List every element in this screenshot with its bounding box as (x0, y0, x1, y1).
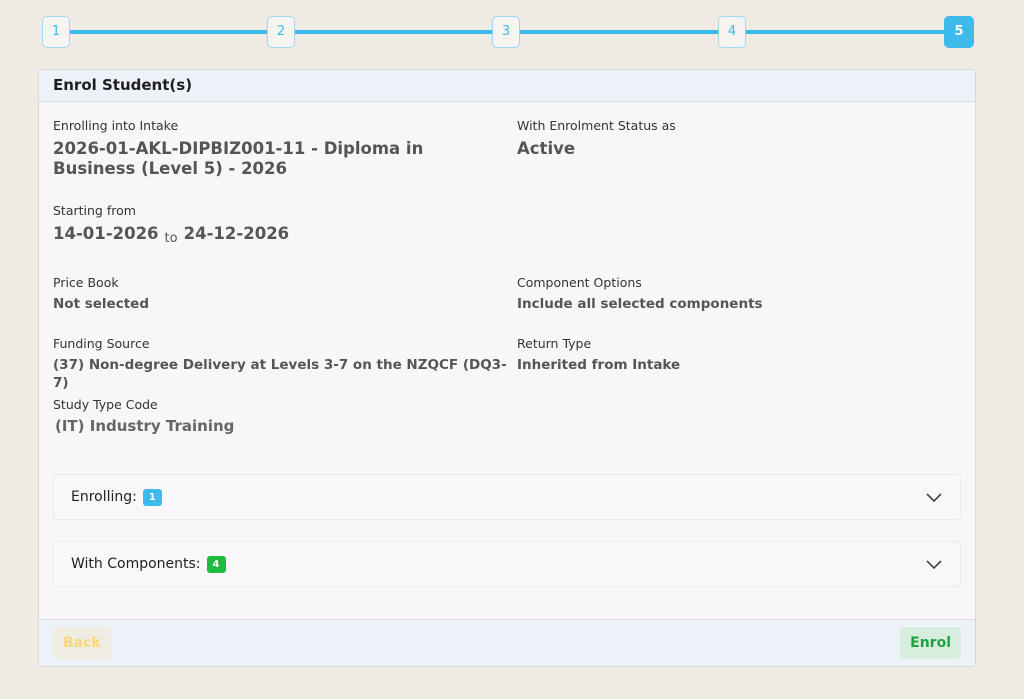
return-type-value: Inherited from Intake (517, 357, 681, 373)
funding-source-value: (37) Non-degree Delivery at Levels 3-7 o… (53, 357, 507, 391)
components-accordion-header: With Components: 4 (71, 556, 226, 573)
card-title: Enrol Student(s) (39, 70, 975, 102)
enrol-button[interactable]: Enrol (900, 627, 961, 659)
step-1[interactable]: 1 (42, 16, 70, 48)
components-count-badge: 4 (206, 556, 226, 573)
enrolling-count-badge: 1 (142, 489, 162, 506)
enrolling-accordion-header: Enrolling: 1 (71, 489, 162, 506)
status-field: With Enrolment Status as Active (517, 118, 957, 159)
component-options-value: Include all selected components (517, 296, 763, 312)
chevron-down-icon[interactable] (926, 558, 942, 570)
start-date: 14-01-2026 (53, 224, 159, 243)
status-label: With Enrolment Status as (517, 118, 676, 133)
return-type-field: Return Type Inherited from Intake (517, 336, 957, 374)
end-date: 24-12-2026 (183, 224, 290, 243)
date-range: 14-01-2026 to 24-12-2026 (53, 224, 493, 246)
step-4[interactable]: 4 (718, 16, 746, 48)
study-type-value: (IT) Industry Training (55, 417, 235, 435)
date-separator: to (164, 231, 178, 246)
price-book-value: Not selected (53, 296, 149, 312)
dates-label: Starting from (53, 203, 136, 218)
enrolling-accordion[interactable]: Enrolling: 1 (53, 474, 961, 520)
price-book-label: Price Book (53, 275, 119, 290)
intake-field: Enrolling into Intake 2026-01-AKL-DIPBIZ… (53, 118, 493, 179)
component-options-field: Component Options Include all selected c… (517, 275, 957, 313)
enrol-card: Enrol Student(s) Enrolling into Intake 2… (38, 69, 976, 667)
study-type-label: Study Type Code (53, 397, 158, 412)
card-footer: Back Enrol (39, 619, 975, 666)
step-3[interactable]: 3 (492, 16, 520, 48)
intake-label: Enrolling into Intake (53, 118, 179, 133)
enrolling-label: Enrolling: (71, 489, 137, 505)
funding-source-field: Funding Source (37) Non-degree Delivery … (53, 336, 513, 392)
funding-source-label: Funding Source (53, 336, 150, 351)
dates-field: Starting from 14-01-2026 to 24-12-2026 (53, 203, 493, 246)
components-label: With Components: (71, 556, 201, 572)
return-type-label: Return Type (517, 336, 592, 351)
study-type-field: Study Type Code (IT) Industry Training (53, 397, 493, 436)
step-5-active[interactable]: 5 (944, 16, 974, 48)
step-2[interactable]: 2 (267, 16, 295, 48)
chevron-down-icon[interactable] (926, 491, 942, 503)
component-options-label: Component Options (517, 275, 642, 290)
components-accordion[interactable]: With Components: 4 (53, 541, 961, 587)
wizard-stepper: 1 2 3 4 5 (42, 16, 974, 48)
back-button[interactable]: Back (53, 627, 111, 659)
status-value: Active (517, 139, 576, 158)
price-book-field: Price Book Not selected (53, 275, 493, 313)
intake-value: 2026-01-AKL-DIPBIZ001-11 - Diploma in Bu… (53, 139, 424, 178)
